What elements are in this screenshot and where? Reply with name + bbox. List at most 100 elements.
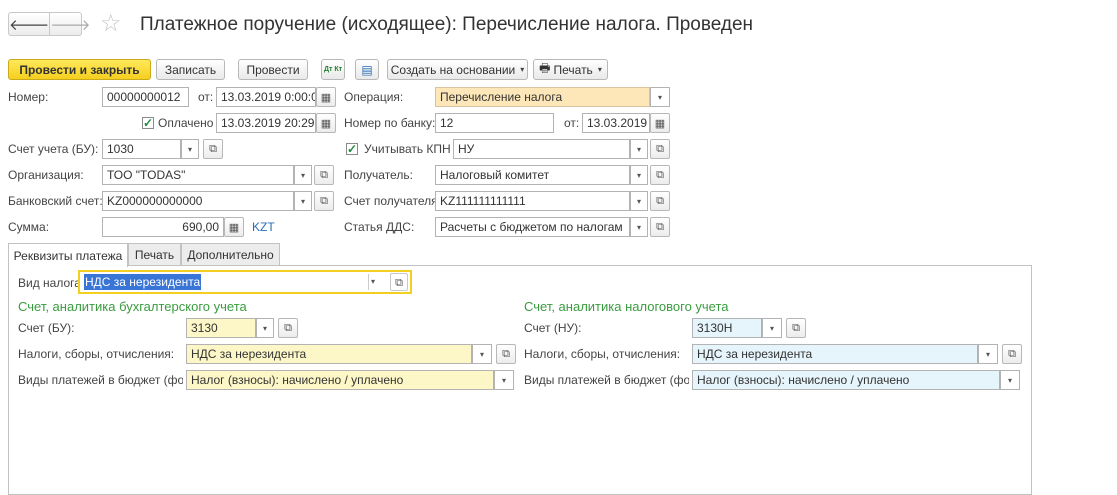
calendar-icon[interactable]: ▦: [316, 87, 336, 107]
nu-payments-label: Виды платежей в бюджет (фо...: [524, 373, 689, 387]
chevron-down-icon[interactable]: ▾: [294, 191, 312, 211]
chevron-down-icon[interactable]: ▾: [762, 318, 782, 338]
forward-icon[interactable]: 🡒: [49, 13, 90, 35]
kpn-checkbox[interactable]: ✓: [346, 143, 358, 155]
chevron-down-icon[interactable]: ▾: [494, 370, 514, 390]
nu-taxes-field[interactable]: НДС за нерезидента: [692, 344, 978, 364]
calendar-icon[interactable]: ▦: [316, 113, 336, 133]
open-icon[interactable]: ⧉: [650, 191, 670, 211]
dt-kt-icon[interactable]: Дт Кт: [321, 59, 345, 80]
kpn-field[interactable]: НУ: [453, 139, 630, 159]
paid-label: Оплачено: [158, 116, 214, 130]
nu-section-title: Счет, аналитика налогового учета: [524, 299, 729, 314]
number-field[interactable]: 00000000012: [102, 87, 189, 107]
structure-icon[interactable]: ▤: [355, 59, 379, 80]
operation-label: Операция:: [344, 90, 404, 104]
bank-number-label: Номер по банку:: [344, 116, 436, 130]
open-icon[interactable]: ⧉: [786, 318, 806, 338]
recipient-label: Получатель:: [344, 168, 413, 182]
open-icon[interactable]: ⧉: [650, 217, 670, 237]
open-icon[interactable]: ⧉: [496, 344, 516, 364]
bu-account-label: Счет (БУ):: [18, 321, 75, 335]
post-button[interactable]: Провести: [238, 59, 308, 80]
tax-type-label: Вид налога:: [18, 276, 85, 290]
divider: [368, 274, 369, 290]
favorite-star-icon[interactable]: ☆: [100, 11, 122, 37]
recipient-account-label: Счет получателя:: [344, 194, 441, 208]
organization-label: Организация:: [8, 168, 84, 182]
open-icon[interactable]: ⧉: [1002, 344, 1022, 364]
bank-date-field[interactable]: 13.03.2019: [582, 113, 650, 133]
chevron-down-icon[interactable]: ▾: [371, 274, 375, 290]
organization-field[interactable]: ТОО "TODAS": [102, 165, 294, 185]
open-icon[interactable]: ⧉: [650, 165, 670, 185]
bu-section-title: Счет, аналитика бухгалтерского учета: [18, 299, 247, 314]
nu-account-field[interactable]: 3130Н: [692, 318, 762, 338]
print-label: Печать: [553, 62, 593, 77]
page-title: Платежное поручение (исходящее): Перечис…: [140, 14, 754, 35]
chevron-down-icon[interactable]: ▾: [978, 344, 998, 364]
operation-field[interactable]: Перечисление налога: [435, 87, 650, 107]
bu-payments-field[interactable]: Налог (взносы): начислено / уплачено: [186, 370, 494, 390]
open-icon[interactable]: ⧉: [650, 139, 670, 159]
back-icon[interactable]: 🡐: [9, 13, 49, 35]
nav-buttons: 🡐 🡒: [8, 12, 90, 36]
chevron-down-icon[interactable]: ▾: [472, 344, 492, 364]
bu-taxes-label: Налоги, сборы, отчисления:: [18, 347, 175, 361]
chevron-down-icon[interactable]: ▾: [650, 87, 670, 107]
bu-account-field[interactable]: 3130: [186, 318, 256, 338]
chevron-down-icon[interactable]: ▾: [630, 217, 648, 237]
tab-payment-details[interactable]: Реквизиты платежа: [8, 243, 128, 267]
paid-checkbox[interactable]: ✓: [142, 117, 154, 129]
date-field[interactable]: 13.03.2019 0:00:00: [216, 87, 316, 107]
chevron-down-icon[interactable]: ▾: [630, 191, 648, 211]
open-icon[interactable]: ⧉: [314, 165, 334, 185]
chevron-down-icon[interactable]: ▾: [630, 139, 648, 159]
save-button[interactable]: Записать: [156, 59, 225, 80]
create-based-on-label: Создать на основании: [390, 62, 516, 77]
kpn-label: Учитывать КПН: [364, 142, 451, 156]
sum-label: Сумма:: [8, 220, 50, 234]
open-icon[interactable]: ⧉: [314, 191, 334, 211]
tax-type-value: НДС за нерезидента: [84, 274, 202, 290]
printer-icon: 🖶: [539, 61, 551, 75]
print-button[interactable]: 🖶 Печать ▾: [533, 59, 608, 80]
currency-link[interactable]: KZT: [252, 219, 275, 235]
open-icon[interactable]: ⧉: [278, 318, 298, 338]
number-label: Номер:: [8, 90, 49, 104]
tab-additional[interactable]: Дополнительно: [181, 243, 280, 265]
paid-date-field[interactable]: 13.03.2019 20:29:2: [216, 113, 316, 133]
nu-taxes-label: Налоги, сборы, отчисления:: [524, 347, 681, 361]
calendar-icon[interactable]: ▦: [650, 113, 670, 133]
bank-number-field[interactable]: 12: [435, 113, 554, 133]
chevron-down-icon[interactable]: ▾: [294, 165, 312, 185]
account-bu-field[interactable]: 1030: [102, 139, 181, 159]
post-and-close-button[interactable]: Провести и закрыть: [8, 59, 151, 80]
open-icon[interactable]: ⧉: [203, 139, 223, 159]
bank-date-label: от:: [564, 116, 580, 130]
bu-taxes-field[interactable]: НДС за нерезидента: [186, 344, 472, 364]
chevron-down-icon[interactable]: ▾: [256, 318, 274, 338]
chevron-down-icon: ▾: [520, 65, 525, 74]
sum-field[interactable]: 690,00: [102, 217, 224, 237]
open-icon[interactable]: ⧉: [390, 273, 408, 291]
bank-account-label: Банковский счет:: [8, 194, 103, 208]
chevron-down-icon: ▾: [597, 65, 602, 74]
recipient-field[interactable]: Налоговый комитет: [435, 165, 630, 185]
tax-type-field[interactable]: НДС за нерезидента ▾ ⧉: [78, 270, 412, 294]
account-bu-label: Счет учета (БУ):: [8, 142, 99, 156]
dds-label: Статья ДДС:: [344, 220, 415, 234]
bank-account-field[interactable]: KZ000000000000: [102, 191, 294, 211]
bu-payments-label: Виды платежей в бюджет (фо...: [18, 373, 183, 387]
date-from-label: от:: [198, 90, 214, 104]
chevron-down-icon[interactable]: ▾: [630, 165, 648, 185]
chevron-down-icon[interactable]: ▾: [181, 139, 199, 159]
calculator-icon[interactable]: ▦: [224, 217, 244, 237]
nu-account-label: Счет (НУ):: [524, 321, 582, 335]
dds-field[interactable]: Расчеты с бюджетом по налогам: [435, 217, 630, 237]
recipient-account-field[interactable]: KZ111111111111: [435, 191, 630, 211]
chevron-down-icon[interactable]: ▾: [1000, 370, 1020, 390]
create-based-on-button[interactable]: Создать на основании ▾: [387, 59, 528, 80]
tab-print[interactable]: Печать: [128, 243, 181, 265]
nu-payments-field[interactable]: Налог (взносы): начислено / уплачено: [692, 370, 1000, 390]
